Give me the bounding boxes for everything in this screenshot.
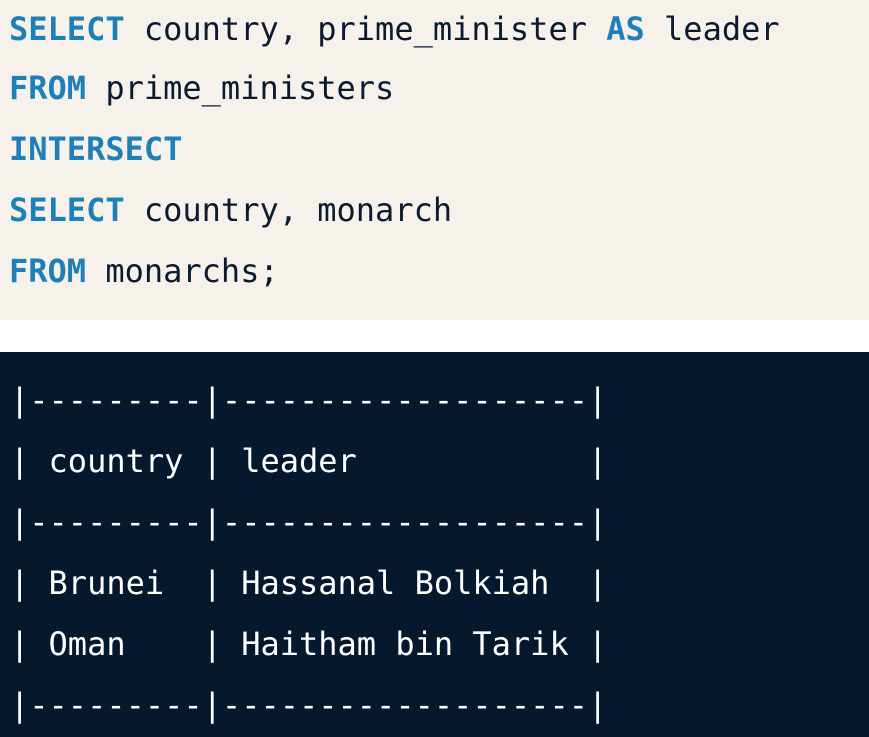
query-text: country, monarch — [124, 191, 453, 229]
keyword-from: FROM — [9, 69, 87, 107]
query-text: country, prime_minister — [124, 10, 607, 48]
keyword-select: SELECT — [9, 10, 125, 48]
query-line-2: FROM prime_ministers — [9, 58, 869, 119]
query-text: leader — [644, 10, 780, 48]
query-text: prime_ministers — [86, 69, 395, 107]
query-line-3: INTERSECT — [9, 119, 869, 180]
query-text: monarchs; — [86, 252, 279, 290]
result-header-separator: |---------|-------------------| — [10, 503, 608, 541]
query-result-panel: |---------|-------------------| | countr… — [0, 352, 869, 737]
result-row: | Brunei | Hassanal Bolkiah | — [10, 564, 608, 602]
sql-query-panel: SELECT country, prime_minister AS leader… — [0, 0, 869, 320]
query-line-4: SELECT country, monarch — [9, 180, 869, 241]
result-border-bottom: |---------|-------------------| — [10, 686, 608, 724]
query-line-5: FROM monarchs; — [9, 241, 869, 302]
keyword-as: AS — [606, 10, 645, 48]
result-border-top: |---------|-------------------| — [10, 381, 608, 419]
keyword-select: SELECT — [9, 191, 125, 229]
keyword-from: FROM — [9, 252, 87, 290]
panel-divider — [0, 320, 869, 352]
keyword-intersect: INTERSECT — [9, 130, 183, 168]
query-line-1: SELECT country, prime_minister AS leader — [9, 0, 869, 58]
result-row: | Oman | Haitham bin Tarik | — [10, 625, 608, 663]
result-header-row: | country | leader | — [10, 442, 608, 480]
